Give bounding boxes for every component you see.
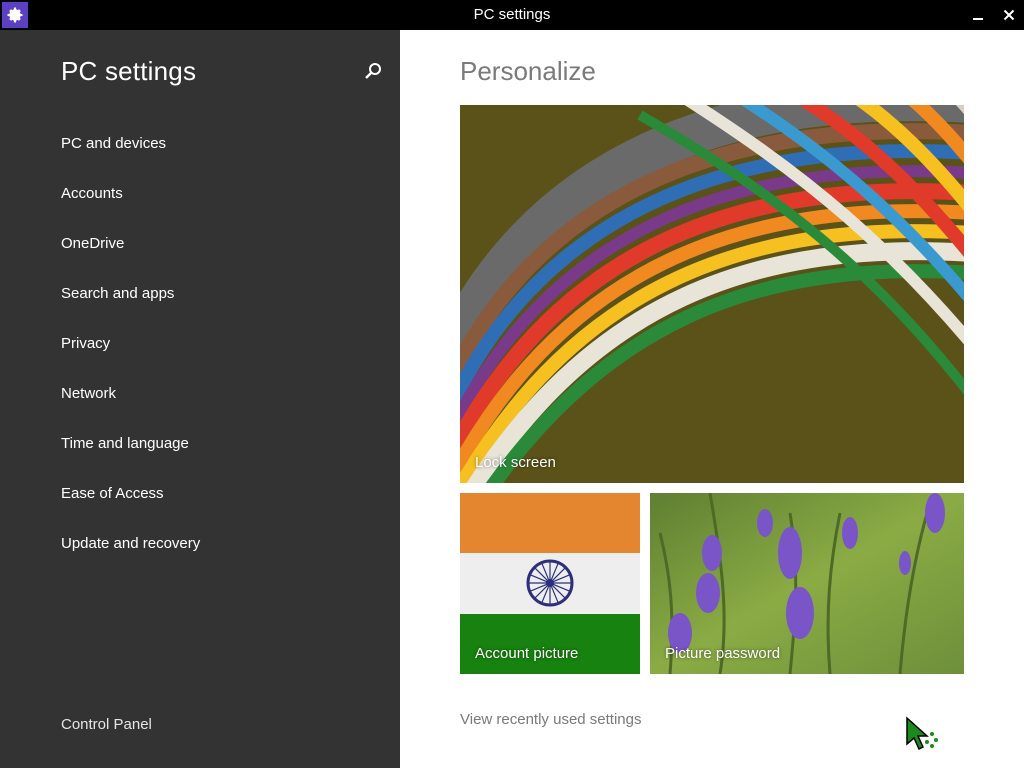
account-picture-tile[interactable]: Account picture — [460, 493, 640, 674]
picture-password-tile[interactable]: Picture password — [650, 493, 964, 674]
close-button[interactable] — [995, 0, 1023, 30]
page-title: Personalize — [460, 56, 596, 86]
lock-screen-tile[interactable]: Lock screen — [460, 105, 964, 483]
search-button[interactable] — [362, 60, 384, 82]
pointer-cursor-icon — [905, 716, 941, 752]
main-content: Personalize Lock screen Account picture … — [400, 30, 1024, 768]
sidebar-item-update-and-recovery[interactable]: Update and recovery — [61, 532, 200, 556]
sidebar-item-network[interactable]: Network — [61, 382, 116, 406]
sidebar-item-privacy[interactable]: Privacy — [61, 332, 110, 356]
sidebar-item-search-and-apps[interactable]: Search and apps — [61, 282, 174, 306]
minimize-button[interactable] — [964, 0, 992, 30]
sidebar-title: PC settings — [61, 56, 197, 86]
sidebar-item-time-and-language[interactable]: Time and language — [61, 432, 189, 456]
account-picture-label: Account picture — [475, 645, 579, 662]
close-icon — [1003, 9, 1015, 21]
window-title: PC settings — [473, 6, 551, 23]
picture-password-label: Picture password — [665, 645, 781, 662]
sidebar-item-onedrive[interactable]: OneDrive — [61, 232, 124, 256]
minimize-icon — [973, 18, 983, 20]
view-recently-used-settings-link[interactable]: View recently used settings — [460, 711, 642, 728]
sidebar-item-ease-of-access[interactable]: Ease of Access — [61, 482, 164, 506]
sidebar-item-pc-and-devices[interactable]: PC and devices — [61, 132, 166, 156]
sidebar-item-accounts[interactable]: Accounts — [61, 182, 123, 206]
lock-screen-label: Lock screen — [475, 454, 556, 471]
search-icon — [365, 63, 381, 79]
lock-screen-image — [460, 105, 964, 483]
title-bar: PC settings — [0, 0, 1024, 30]
sidebar: PC settings PC and devices Accounts OneD… — [0, 30, 400, 768]
control-panel-link[interactable]: Control Panel — [61, 716, 152, 733]
